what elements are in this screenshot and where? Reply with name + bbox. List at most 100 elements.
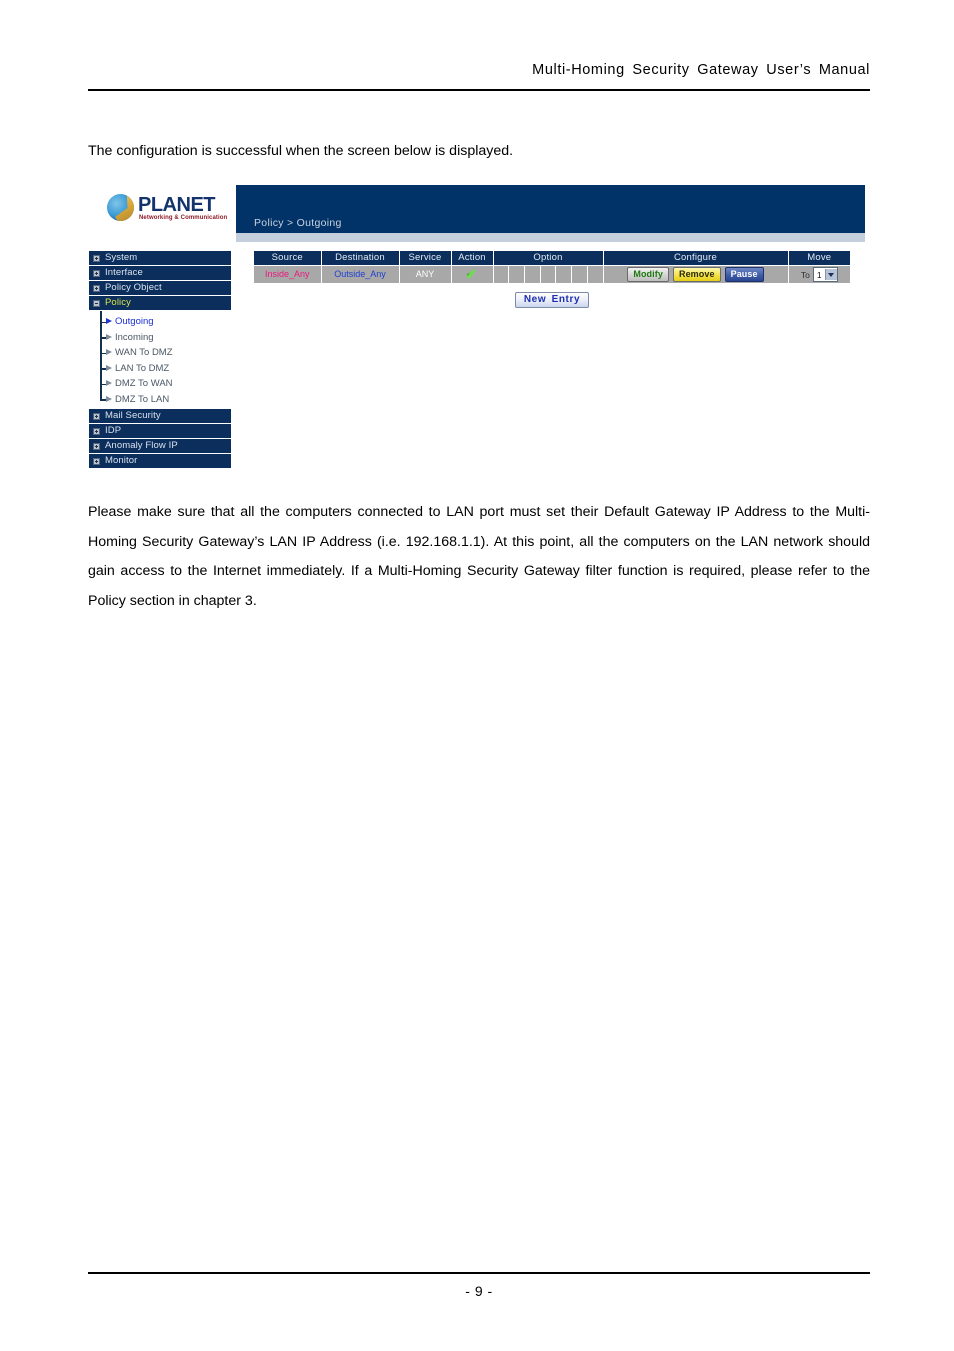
manual-page: Multi-Homing Security Gateway User’s Man… bbox=[0, 0, 954, 1351]
move-prefix-label: To bbox=[800, 269, 810, 280]
arrow-right-icon bbox=[106, 318, 112, 324]
sidebar-item-interface[interactable]: Interface bbox=[89, 266, 231, 281]
sidebar-item-wan-to-dmz[interactable]: WAN To DMZ bbox=[89, 345, 231, 361]
sidebar-item-incoming[interactable]: Incoming bbox=[89, 330, 231, 346]
sidebar-item-label: System bbox=[105, 252, 138, 263]
sidebar-item-label: Policy bbox=[105, 297, 131, 308]
cell-destination: Outside_Any bbox=[321, 265, 400, 283]
move-control: To 1 bbox=[789, 266, 851, 283]
arrow-right-icon bbox=[106, 333, 112, 340]
option-subcell bbox=[572, 266, 588, 283]
sidebar-item-label: Monitor bbox=[105, 455, 138, 466]
move-position-select[interactable]: 1 bbox=[812, 267, 838, 282]
option-subcell bbox=[493, 266, 510, 283]
expander-plus-icon[interactable] bbox=[93, 254, 100, 262]
sidebar-subitem-label: DMZ To LAN bbox=[115, 393, 170, 405]
logo-zone: PLANET Networking & Communication bbox=[88, 185, 236, 233]
main-content: Source Destination Service Action Option… bbox=[236, 251, 865, 478]
option-subcell bbox=[556, 266, 573, 283]
sidebar-item-mail-security[interactable]: Mail Security bbox=[89, 409, 231, 424]
move-selected-value: 1 bbox=[816, 269, 822, 280]
sidebar-item-label: Interface bbox=[105, 267, 143, 278]
column-header-move: Move bbox=[788, 251, 850, 266]
configure-button-group: Modify Remove Pause bbox=[604, 266, 788, 283]
sidebar-subitem-label: LAN To DMZ bbox=[115, 362, 170, 374]
cell-configure: Modify Remove Pause bbox=[603, 265, 789, 283]
sidebar-subitem-label: Outgoing bbox=[115, 316, 154, 327]
sidebar-item-outgoing[interactable]: Outgoing bbox=[89, 314, 231, 330]
planet-logo: PLANET Networking & Communication bbox=[107, 191, 231, 227]
expander-plus-icon[interactable] bbox=[93, 284, 100, 292]
sidebar-subitem-label: Incoming bbox=[115, 331, 154, 343]
table-row: Inside_Any Outside_Any ANY Modify Remove… bbox=[254, 265, 851, 283]
cell-move: To 1 bbox=[788, 265, 851, 283]
globe-icon bbox=[107, 194, 134, 221]
logo-tagline: Networking & Communication bbox=[139, 215, 228, 221]
expander-plus-icon[interactable] bbox=[93, 269, 100, 277]
option-subcell bbox=[524, 266, 541, 283]
column-header-service: Service bbox=[399, 251, 452, 266]
column-header-configure: Configure bbox=[603, 251, 789, 266]
cell-service: ANY bbox=[399, 265, 452, 283]
body-paragraph: Please make sure that all the computers … bbox=[88, 504, 870, 609]
banner-underline-strip-left bbox=[88, 233, 236, 242]
option-subcell bbox=[587, 266, 603, 283]
sidebar: System Interface Policy Object Policy Ou… bbox=[89, 251, 231, 469]
sidebar-subitem-label: WAN To DMZ bbox=[115, 347, 173, 358]
sidebar-submenu-policy: Outgoing Incoming WAN To DMZ LAN To DMZ bbox=[89, 311, 231, 409]
new-entry-button[interactable]: New Entry bbox=[514, 292, 590, 308]
page-number: - 9 - bbox=[465, 1283, 493, 1299]
service-value: ANY bbox=[415, 269, 435, 279]
sidebar-item-label: Mail Security bbox=[105, 410, 161, 421]
policy-table: Source Destination Service Action Option… bbox=[254, 251, 850, 283]
sidebar-item-system[interactable]: System bbox=[89, 251, 231, 266]
option-subcell-grid bbox=[493, 266, 603, 283]
remove-button[interactable]: Remove bbox=[672, 267, 721, 282]
arrow-right-icon bbox=[106, 380, 112, 386]
arrow-right-icon bbox=[106, 364, 112, 371]
screenshot-top-band: PLANET Networking & Communication Policy… bbox=[88, 185, 865, 233]
option-subcell bbox=[540, 266, 557, 283]
sidebar-item-policy-object[interactable]: Policy Object bbox=[89, 281, 231, 296]
sidebar-item-label: IDP bbox=[105, 425, 122, 436]
sidebar-item-anomaly-flow-ip[interactable]: Anomaly Flow IP bbox=[89, 439, 231, 454]
sidebar-item-lan-to-dmz[interactable]: LAN To DMZ bbox=[89, 361, 231, 377]
column-header-action: Action bbox=[451, 251, 494, 266]
arrow-right-icon bbox=[106, 349, 112, 355]
green-check-icon bbox=[466, 268, 479, 279]
sidebar-item-monitor[interactable]: Monitor bbox=[89, 454, 231, 469]
sidebar-item-dmz-to-lan[interactable]: DMZ To LAN bbox=[89, 392, 231, 408]
table-header-row: Source Destination Service Action Option… bbox=[254, 251, 850, 266]
new-entry-row: New Entry bbox=[254, 289, 850, 308]
column-header-option: Option bbox=[493, 251, 604, 266]
arrow-right-icon bbox=[106, 395, 112, 402]
title-banner: Policy > Outgoing bbox=[236, 185, 865, 233]
footer-divider bbox=[88, 1272, 870, 1274]
pause-button[interactable]: Pause bbox=[724, 267, 764, 282]
expander-plus-icon[interactable] bbox=[93, 412, 100, 420]
cell-source: Inside_Any bbox=[254, 265, 322, 283]
expander-plus-icon[interactable] bbox=[93, 442, 100, 450]
cell-action bbox=[451, 265, 494, 283]
logo-wordmark: PLANET bbox=[138, 194, 216, 216]
destination-value[interactable]: Outside_Any bbox=[334, 269, 386, 279]
embedded-screenshot: PLANET Networking & Communication Policy… bbox=[88, 185, 865, 478]
sidebar-bottom-group: Mail Security IDP Anomaly Flow IP Monito… bbox=[89, 409, 231, 469]
sidebar-item-idp[interactable]: IDP bbox=[89, 424, 231, 439]
sidebar-top-group: System Interface Policy Object Policy bbox=[89, 251, 231, 311]
sidebar-subitem-label: DMZ To WAN bbox=[115, 378, 173, 389]
breadcrumb: Policy > Outgoing bbox=[254, 217, 342, 229]
column-header-destination: Destination bbox=[321, 251, 400, 266]
source-value[interactable]: Inside_Any bbox=[265, 269, 310, 279]
sidebar-item-policy[interactable]: Policy bbox=[89, 296, 231, 311]
sidebar-item-dmz-to-wan[interactable]: DMZ To WAN bbox=[89, 376, 231, 392]
expander-plus-icon[interactable] bbox=[93, 427, 100, 435]
option-subcell bbox=[509, 266, 525, 283]
column-header-source: Source bbox=[254, 251, 322, 266]
expander-minus-icon[interactable] bbox=[93, 299, 100, 307]
expander-plus-icon[interactable] bbox=[93, 457, 100, 465]
running-header: Multi-Homing Security Gateway User’s Man… bbox=[532, 62, 870, 78]
chevron-down-icon[interactable] bbox=[824, 269, 837, 280]
sidebar-item-label: Policy Object bbox=[105, 282, 162, 293]
modify-button[interactable]: Modify bbox=[627, 267, 669, 282]
